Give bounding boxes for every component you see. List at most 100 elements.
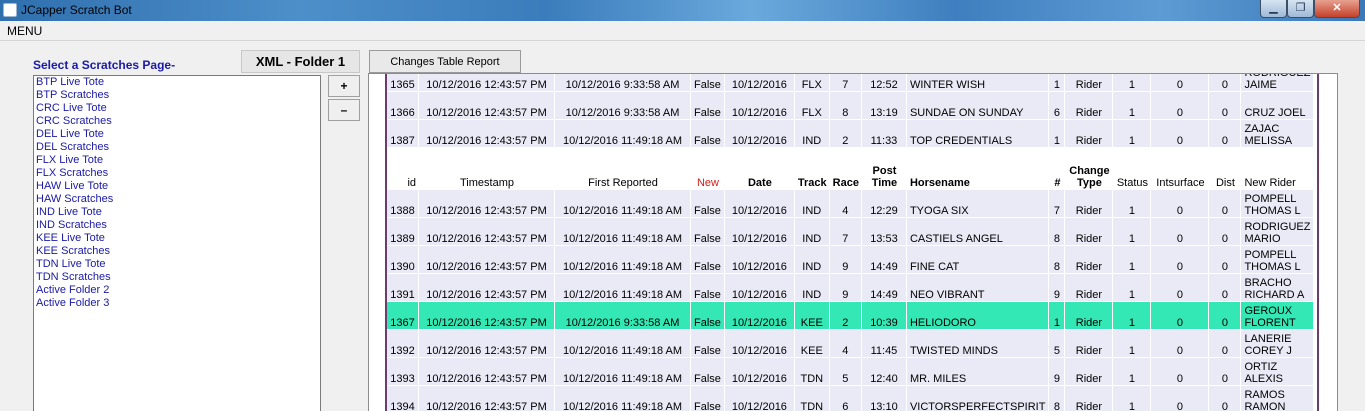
add-button[interactable]: + (328, 75, 360, 97)
table-cell: LANERIE COREY J (1241, 330, 1315, 358)
col-id[interactable]: id (387, 148, 419, 190)
table-cell: Rider (1065, 246, 1114, 274)
table-cell: 10/12/2016 12:43:57 PM (419, 302, 555, 330)
table-cell: IND (794, 120, 830, 148)
table-cell: TDN (794, 358, 830, 386)
col-horsename[interactable]: Horsename (906, 148, 1050, 190)
list-item[interactable]: IND Scratches (34, 219, 320, 232)
table-row[interactable]: 1391 10/12/2016 12:43:57 PM 10/12/2016 11:… (387, 274, 1315, 302)
col-date[interactable]: Date (724, 148, 795, 190)
changes-grid-body: 1365 10/12/2016 12:43:57 PM 10/12/2016 9:3… (385, 74, 1319, 411)
table-cell: False (691, 92, 725, 120)
col-race[interactable]: Race (829, 148, 862, 190)
list-item[interactable]: Active Folder 3 (34, 297, 320, 310)
list-item[interactable]: IND Live Tote (34, 206, 320, 219)
col-track[interactable]: Track (794, 148, 830, 190)
table-cell: 13:10 (861, 386, 907, 411)
col-num[interactable]: # (1049, 148, 1066, 190)
close-button[interactable]: ✕ (1314, 0, 1360, 18)
table-cell: 8 (1049, 218, 1066, 246)
table-cell: 0 (1151, 302, 1210, 330)
col-status[interactable]: Status (1113, 148, 1152, 190)
list-item[interactable]: Active Folder 2 (34, 284, 320, 297)
list-item[interactable]: KEE Live Tote (34, 232, 320, 245)
table-row[interactable]: 1389 10/12/2016 12:43:57 PM 10/12/2016 11:… (387, 218, 1315, 246)
table-cell: 10/12/2016 (724, 358, 795, 386)
table-cell: Rider (1065, 274, 1114, 302)
list-item[interactable]: FLX Live Tote (34, 154, 320, 167)
table-cell: 5 (829, 358, 862, 386)
table-cell: 10/12/2016 11:49:18 AM (555, 120, 691, 148)
table-row[interactable]: 1390 10/12/2016 12:43:57 PM 10/12/2016 11:… (387, 246, 1315, 274)
list-item[interactable]: HAW Live Tote (34, 180, 320, 193)
table-cell: 14:49 (861, 274, 907, 302)
changes-table-report-button[interactable]: Changes Table Report (369, 50, 521, 73)
table-cell: 1366 (387, 92, 419, 120)
table-cell: HELIODORO (906, 302, 1050, 330)
table-cell: 1 (1113, 92, 1152, 120)
table-row[interactable]: 1394 10/12/2016 12:43:57 PM 10/12/2016 11:… (387, 386, 1315, 411)
list-item[interactable]: BTP Live Tote (34, 76, 320, 89)
col-intsurface[interactable]: Intsurface (1151, 148, 1210, 190)
table-cell: 14:49 (861, 246, 907, 274)
list-item[interactable]: CRC Scratches (34, 115, 320, 128)
changes-grid[interactable]: 1365 10/12/2016 12:43:57 PM 10/12/2016 9:3… (368, 73, 1338, 411)
table-cell: 1 (1113, 190, 1152, 218)
table-cell: 10/12/2016 12:43:57 PM (419, 190, 555, 218)
col-first-reported[interactable]: First Reported (555, 148, 691, 190)
table-cell: 4 (829, 190, 862, 218)
table-cell: BRACHO RICHARD A (1241, 274, 1315, 302)
table-cell: 10/12/2016 9:33:58 AM (555, 92, 691, 120)
table-row[interactable]: 1366 10/12/2016 12:43:57 PM 10/12/2016 9:3… (387, 92, 1315, 120)
col-change-type[interactable]: Change Type (1065, 148, 1114, 190)
menu-item-menu[interactable]: MENU (7, 24, 42, 38)
app-icon (3, 3, 17, 17)
table-cell: False (691, 358, 725, 386)
table-cell: 5 (1049, 330, 1066, 358)
changes-table: 1365 10/12/2016 12:43:57 PM 10/12/2016 9:3… (387, 74, 1315, 411)
table-row[interactable]: 1388 10/12/2016 12:43:57 PM 10/12/2016 11:… (387, 190, 1315, 218)
table-cell: 10/12/2016 (724, 74, 795, 92)
table-cell: False (691, 386, 725, 411)
table-cell: ORTIZ ALEXIS (1241, 358, 1315, 386)
list-item[interactable]: CRC Live Tote (34, 102, 320, 115)
table-cell: 10/12/2016 11:49:18 AM (555, 330, 691, 358)
maximize-button[interactable]: ❐ (1287, 0, 1314, 18)
table-header-row: id Timestamp First Reported New Date Tra… (387, 148, 1315, 190)
table-cell: 0 (1209, 386, 1242, 411)
table-cell: TOP CREDENTIALS (906, 120, 1050, 148)
table-cell: 10/12/2016 11:49:18 AM (555, 246, 691, 274)
list-item[interactable]: TDN Scratches (34, 271, 320, 284)
table-cell: MR. MILES (906, 358, 1050, 386)
table-row[interactable]: 1367 10/12/2016 12:43:57 PM 10/12/2016 9:3… (387, 302, 1315, 330)
list-item[interactable]: TDN Live Tote (34, 258, 320, 271)
scratches-page-list[interactable]: BTP Live Tote BTP Scratches CRC Live Tote C… (33, 75, 321, 411)
minimize-button[interactable]: ▁ (1260, 0, 1287, 18)
col-dist[interactable]: Dist (1209, 148, 1242, 190)
col-new[interactable]: New (691, 148, 725, 190)
table-cell: 0 (1209, 246, 1242, 274)
list-item[interactable]: DEL Live Tote (34, 128, 320, 141)
table-cell: 0 (1209, 74, 1242, 92)
table-row[interactable]: 1392 10/12/2016 12:43:57 PM 10/12/2016 11:… (387, 330, 1315, 358)
table-row[interactable]: 1393 10/12/2016 12:43:57 PM 10/12/2016 11:… (387, 358, 1315, 386)
table-cell: KEE (794, 330, 830, 358)
col-post-time[interactable]: Post Time (861, 148, 907, 190)
table-row[interactable]: 1365 10/12/2016 12:43:57 PM 10/12/2016 9:3… (387, 74, 1315, 92)
table-cell: RODRIGUEZ MARIO (1241, 218, 1315, 246)
table-cell: 10/12/2016 12:43:57 PM (419, 386, 555, 411)
menu-bar: MENU (0, 21, 1365, 41)
table-cell: 10/12/2016 11:49:18 AM (555, 218, 691, 246)
list-item[interactable]: HAW Scratches (34, 193, 320, 206)
col-timestamp[interactable]: Timestamp (419, 148, 555, 190)
list-item[interactable]: KEE Scratches (34, 245, 320, 258)
table-row[interactable]: 1387 10/12/2016 12:43:57 PM 10/12/2016 11:… (387, 120, 1315, 148)
list-item[interactable]: FLX Scratches (34, 167, 320, 180)
table-cell: 10/12/2016 (724, 330, 795, 358)
remove-button[interactable]: – (328, 99, 360, 121)
table-cell: False (691, 74, 725, 92)
table-cell: 10/12/2016 12:43:57 PM (419, 218, 555, 246)
list-item[interactable]: BTP Scratches (34, 89, 320, 102)
list-item[interactable]: DEL Scratches (34, 141, 320, 154)
col-new-rider[interactable]: New Rider (1241, 148, 1315, 190)
